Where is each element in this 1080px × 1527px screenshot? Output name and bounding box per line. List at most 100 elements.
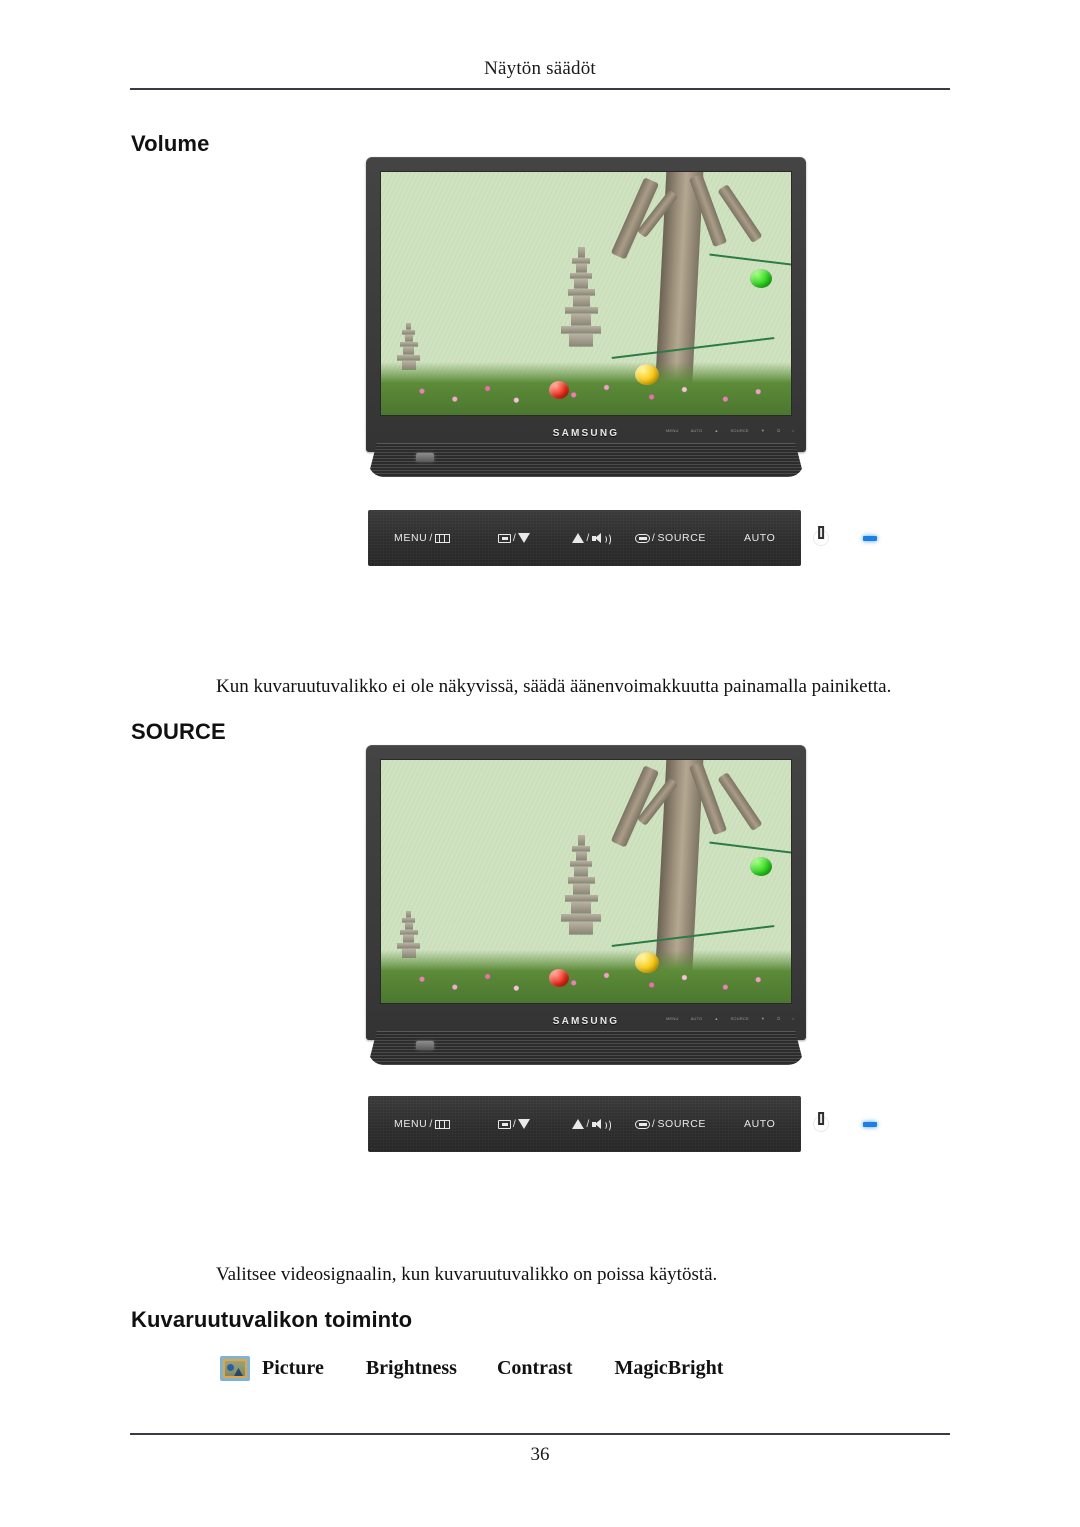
separator: / (586, 1118, 590, 1130)
separator: / (512, 532, 517, 544)
down-button[interactable]: / (497, 532, 531, 544)
osd-item-brightness[interactable]: Brightness (366, 1357, 457, 1380)
monitor-bezel: SAMSUNG MENU AUTO ▲ SOURCE ▼ ⏻ • (366, 745, 806, 1040)
lantern-yellow (635, 363, 660, 385)
bezel-mark: MENU (666, 1016, 679, 1021)
screen-photo (381, 172, 791, 415)
screen-photo (381, 760, 791, 1003)
separator: / (651, 532, 656, 544)
samsung-logo: SAMSUNG (552, 427, 620, 439)
triangle-up-icon (572, 533, 585, 543)
auto-button[interactable]: AUTO (744, 1118, 775, 1130)
samsung-logo: SAMSUNG (552, 1015, 620, 1027)
bezel-mark: • (792, 428, 794, 433)
triangle-down-icon (518, 1119, 531, 1129)
enter-rounded-icon (634, 1119, 650, 1129)
power-led (863, 1121, 878, 1127)
bezel-mark: ▲ (714, 1016, 719, 1021)
stone-pagoda-large (561, 247, 602, 347)
manual-page: Näytön säädöt Volume SAMSUNG MENU AUTO ▲… (0, 0, 1080, 1527)
bezel-mark: ⏻ (777, 428, 781, 433)
flower-bed (381, 949, 791, 1003)
bezel-mark: MENU (666, 428, 679, 433)
separator: / (651, 1118, 656, 1130)
triangle-up-icon (572, 1119, 585, 1129)
led-indicator (863, 1121, 878, 1127)
flower-bed (381, 361, 791, 415)
bezel-mark: ▼ (760, 1016, 766, 1021)
up-volume-button[interactable]: / (572, 532, 611, 546)
power-icon (813, 1116, 830, 1132)
menu-button-label: MENU (394, 532, 428, 544)
section-heading-source: SOURCE (131, 719, 226, 744)
enter-icon (497, 533, 511, 543)
enter-rounded-icon (634, 533, 650, 543)
monitor-control-panel-volume: MENU / / / / SOURCE AUTO (368, 510, 878, 566)
separator: / (429, 1118, 433, 1130)
bezel-control-marks: MENU AUTO ▲ SOURCE ▼ ⏻ • (666, 1013, 794, 1025)
bezel-mark: SOURCE (730, 428, 749, 433)
source-button[interactable]: / SOURCE (634, 1118, 706, 1130)
bezel-mark: ▼ (760, 428, 766, 433)
bezel-mark: AUTO (690, 1016, 703, 1021)
page-header-title: Näytön säädöt (484, 58, 596, 79)
bezel-mark: AUTO (690, 428, 703, 433)
led-indicator (863, 535, 878, 541)
monitor-speaker-base (368, 443, 804, 477)
menu-bars-icon (434, 1119, 450, 1129)
source-button-label: SOURCE (657, 532, 706, 544)
osd-item-magicbright[interactable]: MagicBright (615, 1357, 724, 1380)
source-button-label: SOURCE (657, 1118, 706, 1130)
separator: / (512, 1118, 517, 1130)
monitor-screen (380, 171, 792, 416)
picture-icon (220, 1356, 250, 1381)
picture-icon-inner (225, 1361, 245, 1376)
section-heading-osd: Kuvaruutuvalikon toiminto (131, 1307, 413, 1332)
osd-function-row: Picture Brightness Contrast MagicBright (220, 1356, 723, 1381)
volume-description: Kun kuvaruutuvalikko ei ole näkyvissä, s… (216, 676, 892, 697)
speaker-icon (591, 532, 611, 546)
ir-sensor-icon (416, 453, 434, 462)
monitor-screen (380, 759, 792, 1004)
auto-button-label: AUTO (743, 532, 776, 544)
bezel-control-marks: MENU AUTO ▲ SOURCE ▼ ⏻ • (666, 425, 794, 437)
menu-bars-icon (434, 533, 450, 543)
source-button[interactable]: / SOURCE (634, 532, 706, 544)
power-button[interactable] (813, 1116, 830, 1132)
monitor-control-panel-source: MENU / / / / SOURCE AUTO (368, 1096, 878, 1152)
osd-item-contrast[interactable]: Contrast (497, 1357, 573, 1380)
header-rule (130, 88, 950, 90)
ir-sensor-icon (416, 1041, 434, 1050)
lantern-yellow (635, 951, 660, 973)
power-icon (813, 530, 830, 546)
footer-rule (130, 1433, 950, 1435)
monitor-speaker-base (368, 1031, 804, 1065)
down-button[interactable]: / (497, 1118, 531, 1130)
stone-pagoda-small (397, 322, 421, 370)
stone-pagoda-large (561, 835, 602, 935)
lantern-red (549, 380, 570, 399)
source-description: Valitsee videosignaalin, kun kuvaruutuva… (216, 1264, 718, 1285)
separator: / (429, 532, 433, 544)
section-heading-volume: Volume (131, 131, 210, 156)
auto-button[interactable]: AUTO (744, 532, 775, 544)
bezel-mark: SOURCE (730, 1016, 749, 1021)
auto-button-label: AUTO (743, 1118, 776, 1130)
up-volume-button[interactable]: / (572, 1118, 611, 1132)
stone-pagoda-small (397, 910, 421, 958)
monitor-illustration-source: SAMSUNG MENU AUTO ▲ SOURCE ▼ ⏻ • (366, 745, 806, 1065)
separator: / (586, 532, 590, 544)
bezel-mark: ⏻ (777, 1016, 781, 1021)
speaker-icon (591, 1118, 611, 1132)
menu-button-label: MENU (394, 1118, 428, 1130)
menu-button[interactable]: MENU / (394, 532, 450, 544)
triangle-down-icon (518, 533, 531, 543)
osd-item-picture[interactable]: Picture (262, 1357, 324, 1380)
bezel-mark: ▲ (714, 428, 719, 433)
enter-icon (497, 1119, 511, 1129)
menu-button[interactable]: MENU / (394, 1118, 450, 1130)
lantern-red (549, 968, 570, 987)
power-button[interactable] (813, 530, 830, 546)
monitor-illustration-volume: SAMSUNG MENU AUTO ▲ SOURCE ▼ ⏻ • (366, 157, 806, 477)
monitor-bezel: SAMSUNG MENU AUTO ▲ SOURCE ▼ ⏻ • (366, 157, 806, 452)
